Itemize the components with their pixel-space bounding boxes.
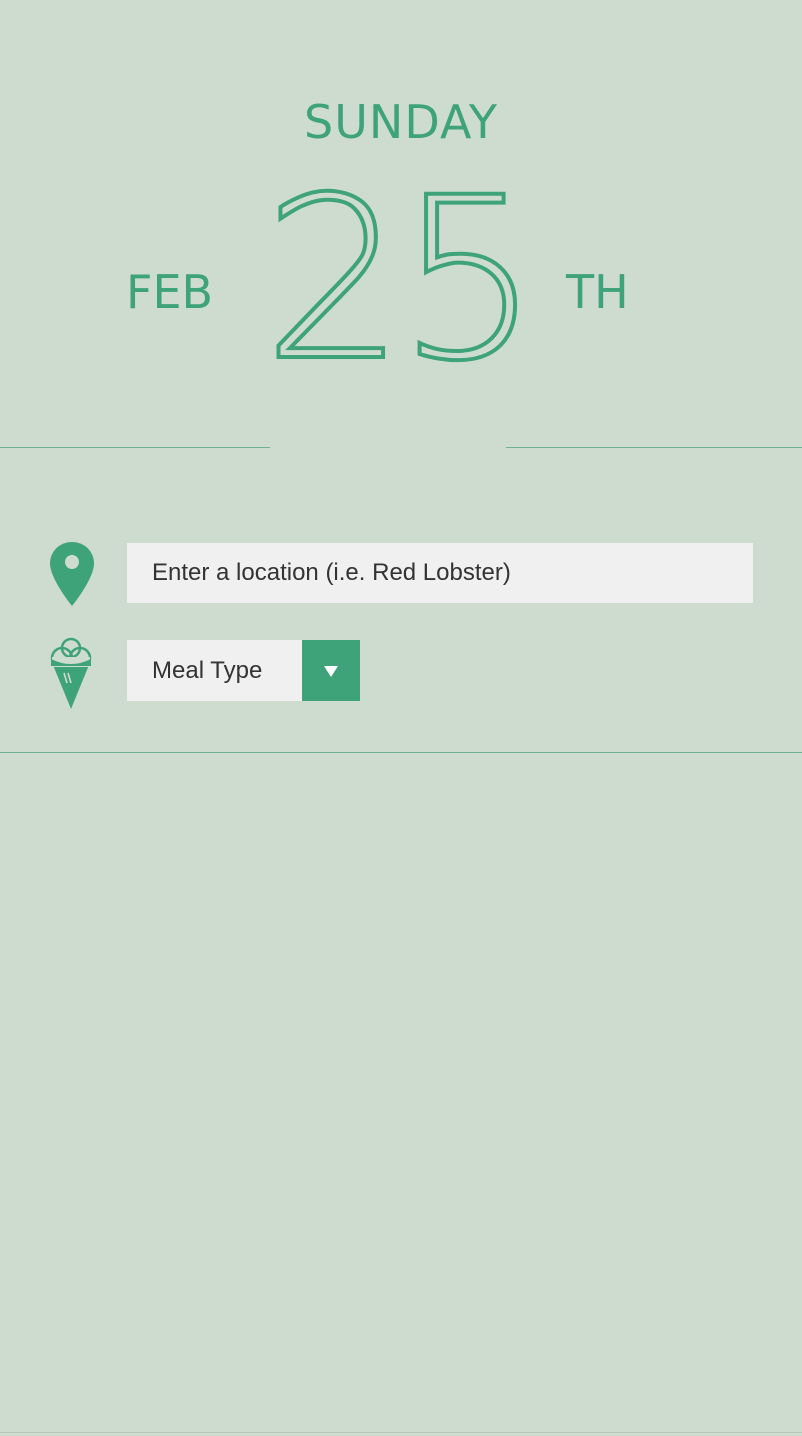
- header-divider-right: [506, 447, 802, 448]
- ice-cream-icon: [48, 635, 94, 711]
- location-input[interactable]: [127, 543, 753, 603]
- meal-type-dropdown-button[interactable]: [302, 640, 360, 701]
- meal-type-select[interactable]: Meal Type: [127, 640, 360, 701]
- header-divider-left: [0, 447, 270, 448]
- date-row: FEB 25 TH: [0, 158, 802, 402]
- chevron-down-icon: [323, 664, 339, 678]
- day-number: 25: [261, 149, 542, 410]
- bottom-border: [0, 1432, 802, 1433]
- month-label: FEB: [126, 265, 214, 319]
- map-pin-icon: [48, 540, 96, 608]
- form-divider: [0, 752, 802, 753]
- weekday-label: SUNDAY: [304, 95, 498, 149]
- meal-type-label: Meal Type: [152, 657, 263, 684]
- day-suffix: TH: [566, 265, 629, 319]
